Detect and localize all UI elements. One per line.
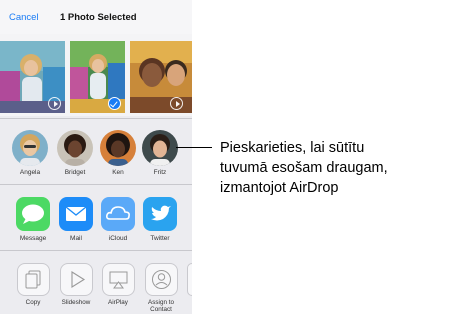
airdrop-contact[interactable]: Bridget [55,130,95,176]
photo-thumbnail[interactable] [130,41,192,113]
contact-name: Angela [19,169,41,176]
contact-name: Bridget [64,169,86,176]
avatar [57,130,93,166]
avatar [100,130,136,166]
action-slideshow[interactable]: Slideshow [54,263,98,306]
action-label: AirPlay [108,299,128,306]
share-app-twitter[interactable]: Twitter [140,197,180,242]
play-icon [170,97,183,110]
avatar [142,130,178,166]
airdrop-contact[interactable]: Angela [10,130,50,176]
contact-name: Fritz [153,169,167,176]
share-actions-row: Copy Slideshow AirPlay Assign to Contact [0,252,192,314]
action-assign-contact[interactable]: Assign to Contact [139,263,183,313]
app-label: Message [19,235,47,242]
copy-icon [16,263,50,296]
checkmark-icon [108,97,121,110]
play-icon [48,97,61,110]
airplay-icon [101,263,135,296]
selection-title: 1 Photo Selected [60,12,137,23]
slideshow-icon [59,263,93,296]
mail-icon [59,197,93,231]
share-sheet-header: Cancel 1 Photo Selected [0,0,192,34]
message-icon [16,197,50,231]
callout-line-3: izmantojot AirDrop [220,180,339,196]
share-app-mail[interactable]: Mail [56,197,96,242]
contact-name: Ken [112,169,124,176]
divider [0,250,192,251]
callout-line-2: tuvumā esošam draugam, [220,160,388,176]
share-sheet: Cancel 1 Photo Selected Angela Bridget K… [0,0,192,314]
callout-line-1: Pieskarieties, lai sūtītu [220,140,365,156]
assign-contact-icon [144,263,178,296]
action-airplay[interactable]: AirPlay [96,263,140,306]
app-label: Twitter [150,235,170,242]
share-apps-row: Message Mail iCloud Twitter [0,186,192,250]
photo-strip[interactable] [0,34,192,116]
cancel-button[interactable]: Cancel [9,12,39,23]
share-app-message[interactable]: Message [13,197,53,242]
icloud-icon [101,197,135,231]
photo-thumbnail-selected[interactable] [70,41,125,113]
avatar [12,130,48,166]
more-actions-edge[interactable] [187,263,192,296]
divider [0,184,192,185]
share-app-icloud[interactable]: iCloud [98,197,138,242]
airdrop-contacts: Angela Bridget Ken Fritz [0,120,192,182]
divider [0,118,192,119]
action-label: Slideshow [61,299,91,306]
app-label: iCloud [108,235,128,242]
action-copy[interactable]: Copy [11,263,55,306]
callout-line [176,147,212,148]
airdrop-contact[interactable]: Ken [98,130,138,176]
airdrop-callout: Pieskarieties, lai sūtītu tuvumā esošam … [220,138,450,198]
action-label: Copy [25,299,41,306]
photo-thumbnail[interactable] [0,41,65,113]
twitter-icon [143,197,177,231]
airdrop-contact[interactable]: Fritz [140,130,180,176]
action-label: Assign to Contact [148,299,174,313]
app-label: Mail [70,235,82,242]
